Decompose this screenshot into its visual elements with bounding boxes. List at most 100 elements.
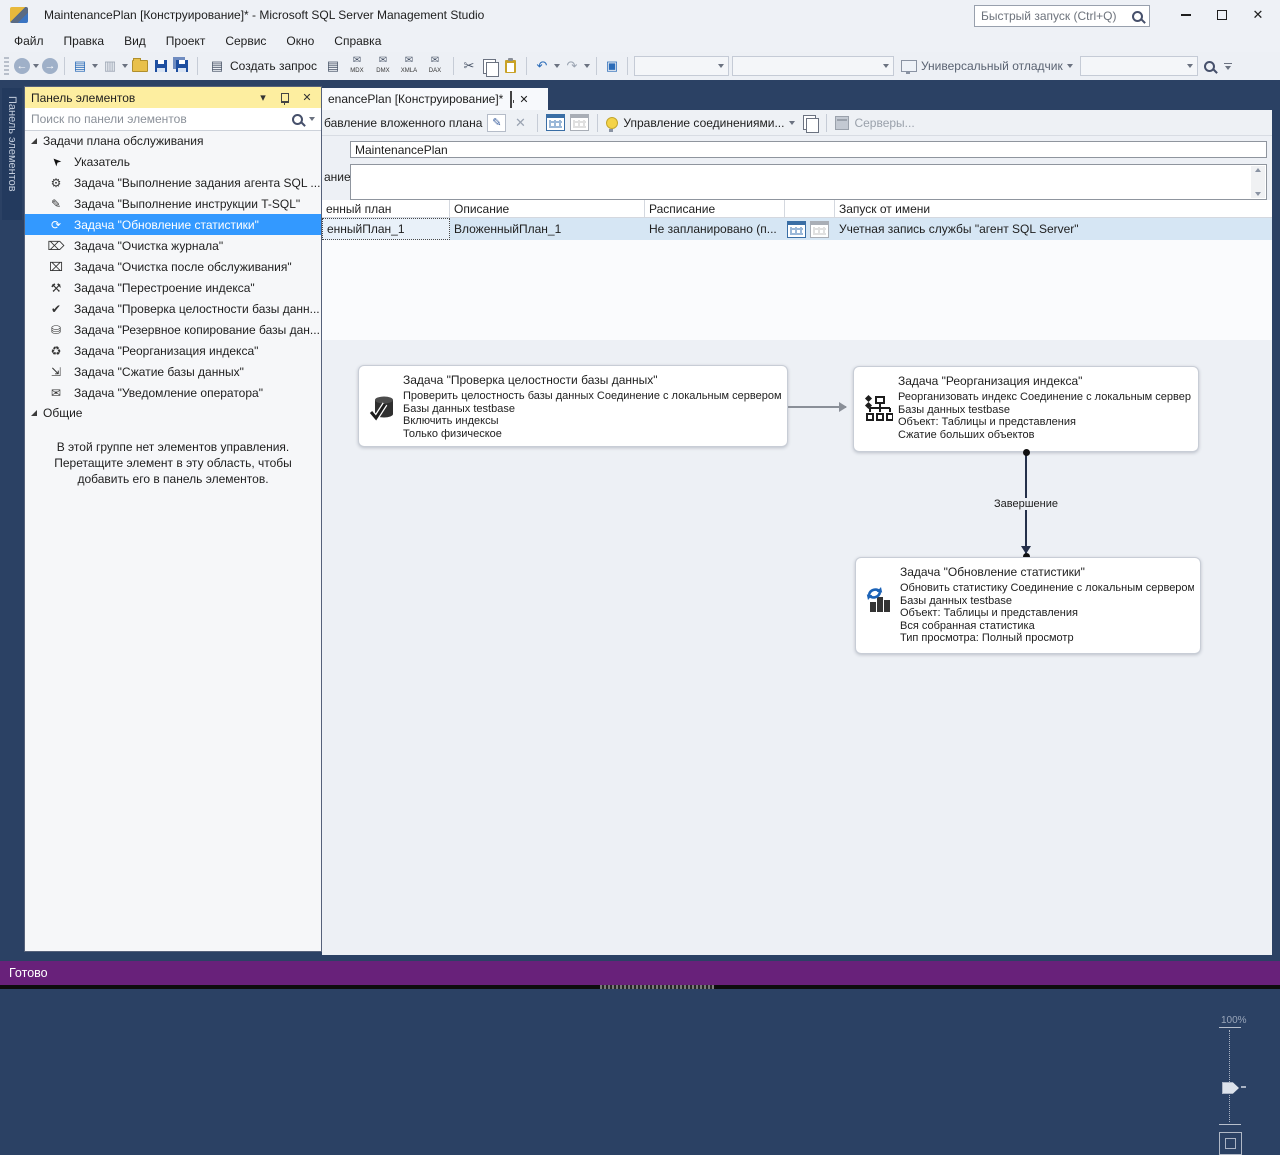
save-icon[interactable] [152, 57, 170, 75]
back-dropdown-caret-icon[interactable] [33, 64, 39, 68]
servers-button: Серверы... [854, 115, 915, 130]
close-button[interactable]: ✕ [1240, 0, 1276, 30]
task-reorganize-index[interactable]: Задача "Реорганизация индекса" Реорганиз… [853, 366, 1199, 452]
new-window-icon[interactable]: ▤ [71, 57, 89, 75]
query-type-button[interactable]: ✉ DMX [371, 56, 395, 75]
tab-pin-icon[interactable] [510, 91, 513, 108]
cut-icon[interactable]: ✂ [460, 57, 478, 75]
toolbox-item[interactable]: ⌧ Задача "Очистка после обслуживания" [25, 256, 321, 277]
zoom-slider[interactable] [1219, 1027, 1255, 1125]
toolbar-overflow-button[interactable] [1223, 62, 1232, 70]
toolbox-group-maintenance-tasks[interactable]: Задачи плана обслуживания [25, 131, 321, 151]
quick-launch-search[interactable]: Быстрый запуск (Ctrl+Q) [974, 5, 1150, 27]
open-file-icon[interactable] [131, 57, 149, 75]
main-toolbar: ← → ▤ ▥ ▤ Создать запрос ▤ ✉ MDX ✉ DMX ✉… [0, 52, 1280, 80]
toolbox-item[interactable]: ⚙ Задача "Выполнение задания агента SQL … [25, 172, 321, 193]
design-surface[interactable]: Задача "Проверка целостности базы данных… [322, 340, 1272, 1155]
redo-icon[interactable]: ↷ [563, 57, 581, 75]
menu-item[interactable]: Вид [114, 30, 156, 52]
save-all-icon[interactable] [173, 57, 191, 75]
database-query-icon[interactable]: ▤ [324, 57, 342, 75]
subplan-row[interactable]: енныйПлан_1 ВложенныйПлан_1 Не запланиро… [322, 218, 1272, 240]
toolbox-search-caret-icon[interactable] [309, 117, 315, 121]
intellisense-icon[interactable]: ▣ [603, 57, 621, 75]
toolbox-item[interactable]: ➤ Указатель [25, 151, 321, 172]
column-header-description[interactable]: Описание [450, 200, 645, 217]
toolbox-item[interactable]: ✉ Задача "Уведомление оператора" [25, 382, 321, 403]
pin-icon[interactable] [277, 90, 293, 106]
menu-item[interactable]: Справка [324, 30, 391, 52]
toolbox-group-general[interactable]: Общие [25, 403, 321, 423]
description-textarea[interactable] [350, 164, 1267, 200]
task-update-statistics[interactable]: Задача "Обновление статистики" Обновить … [855, 557, 1201, 654]
zoom-slider-thumb[interactable] [1222, 1082, 1239, 1094]
manage-connections-button[interactable]: Управление соединениями... [623, 116, 784, 130]
toolbox-item[interactable]: ⟳ Задача "Обновление статистики" [25, 214, 321, 235]
universal-debugger-button[interactable]: Универсальный отладчик [897, 55, 1077, 77]
query-type-button[interactable]: ✉ MDX [345, 56, 369, 75]
menu-item[interactable]: Проект [156, 30, 216, 52]
search-button[interactable] [1125, 6, 1149, 26]
precedence-arrow[interactable] [788, 402, 847, 412]
column-header-subplan[interactable]: енный план [322, 200, 450, 217]
subplan-schedule-cell[interactable]: Не запланировано (п... [645, 218, 785, 240]
manage-connections-caret-icon[interactable] [789, 120, 796, 125]
zoom-to-fit-button[interactable] [1219, 1132, 1242, 1155]
navigate-back-icon[interactable]: ← [14, 58, 30, 74]
toolbox-item[interactable]: ⛁ Задача "Резервное копирование базы дан… [25, 319, 321, 340]
toolbar-combo-1[interactable] [633, 56, 729, 76]
delete-subplan-icon[interactable]: ✕ [511, 114, 529, 132]
close-icon: ✕ [1252, 7, 1264, 22]
menu-item[interactable]: Окно [276, 30, 324, 52]
toolbox-item[interactable]: ⌦ Задача "Очистка журнала" [25, 235, 321, 256]
document-tab[interactable]: enancePlan [Конструирование]* ✕ [322, 88, 548, 110]
subplan-schedule-icon[interactable] [546, 114, 566, 131]
toolbar-combo-3[interactable] [1079, 56, 1198, 76]
column-header-schedule[interactable]: Расписание [645, 200, 785, 217]
subplan-run-as-cell[interactable]: Учетная запись службы "агент SQL Server" [835, 218, 1272, 240]
toolbox-close-icon[interactable]: ✕ [299, 90, 315, 106]
undo-icon[interactable]: ↶ [533, 57, 551, 75]
toolbox-item[interactable]: ♻ Задача "Реорганизация индекса" [25, 340, 321, 361]
menu-item[interactable]: Правка [54, 30, 115, 52]
new-window-caret-icon[interactable] [92, 64, 98, 68]
undo-caret-icon[interactable] [553, 64, 560, 68]
paste-icon[interactable] [502, 57, 520, 75]
copy-icon[interactable] [481, 57, 500, 77]
subplan-description-cell[interactable]: ВложенныйПлан_1 [450, 218, 645, 240]
navigate-forward-icon[interactable]: → [42, 58, 58, 74]
new-query-button[interactable]: ▤ Создать запрос [204, 55, 321, 77]
plan-name-input[interactable]: MaintenancePlan [350, 141, 1267, 158]
column-header-run-as[interactable]: Запуск от имени [835, 200, 1272, 217]
menu-item[interactable]: Сервис [215, 30, 276, 52]
toolbox-item[interactable]: ⚒ Задача "Перестроение индекса" [25, 277, 321, 298]
subplan-properties-icon[interactable]: ✎ [487, 113, 507, 132]
toolbox-item[interactable]: ✎ Задача "Выполнение инструкции T-SQL" [25, 193, 321, 214]
query-type-button[interactable]: ✉ XMLA [397, 56, 421, 75]
query-type-button[interactable]: ✉ DAX [423, 56, 447, 75]
toolbox-search-input[interactable]: Поиск по панели элементов [25, 108, 321, 131]
subplan-name-cell[interactable]: енныйПлан_1 [322, 218, 450, 240]
description-scrollbar[interactable] [1251, 166, 1265, 198]
menu-item[interactable]: Файл [4, 30, 54, 52]
toolbox-item[interactable]: ✔ Задача "Проверка целостности базы данн… [25, 298, 321, 319]
toolbox-item[interactable]: ⇲ Задача "Сжатие базы данных" [25, 361, 321, 382]
toolbar-grip[interactable] [4, 57, 9, 75]
open-recent-icon[interactable]: ▥ [101, 57, 119, 75]
add-subplan-button[interactable]: бавление вложенного плана [324, 116, 482, 130]
tab-close-icon[interactable]: ✕ [519, 93, 528, 106]
open-caret-icon[interactable] [122, 64, 128, 68]
redo-caret-icon[interactable] [583, 64, 590, 68]
sql-agent-job-task-icon: ⚙ [50, 175, 62, 190]
toolbox-side-tab[interactable]: Панель элементов [2, 88, 22, 220]
reporting-icon[interactable] [800, 114, 819, 133]
restore-button[interactable] [1204, 0, 1240, 30]
task-check-db-integrity[interactable]: Задача "Проверка целостности базы данных… [358, 365, 788, 447]
toolbox-search-placeholder: Поиск по панели элементов [31, 112, 187, 126]
edit-schedule-icon[interactable] [787, 220, 806, 238]
window-position-caret-icon[interactable]: ▾ [255, 90, 271, 106]
minimize-button[interactable] [1168, 0, 1204, 30]
toolbar-combo-2[interactable] [731, 56, 894, 76]
find-icon[interactable] [1201, 57, 1219, 75]
bottom-edge [0, 985, 1280, 989]
